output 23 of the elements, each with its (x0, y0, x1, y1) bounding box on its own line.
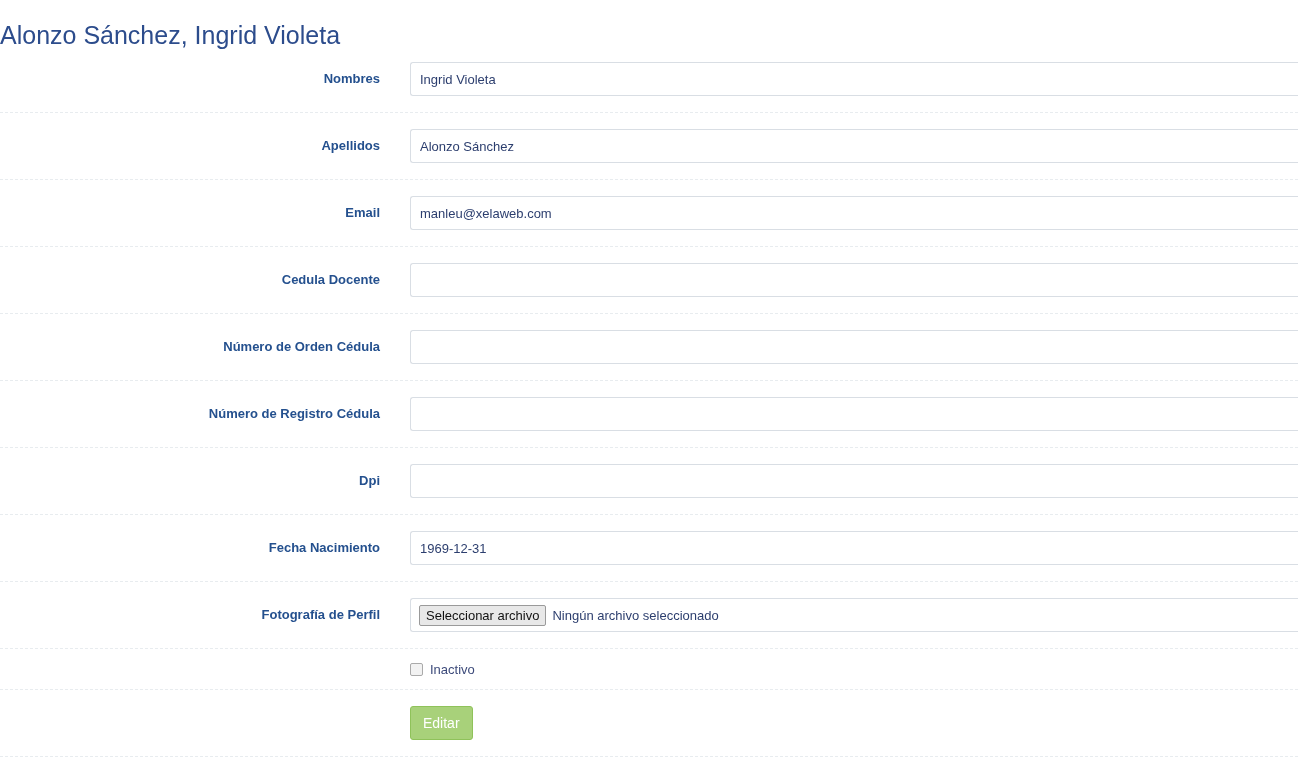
file-status: Ningún archivo seleccionado (552, 607, 719, 623)
choose-file-button[interactable]: Seleccionar archivo (419, 604, 547, 626)
text-field[interactable] (410, 330, 1298, 364)
field-label: Fotografía de Perfil (260, 606, 380, 622)
text-field[interactable]: Ingrid Violeta (410, 62, 1298, 96)
field-label: Dpi (358, 472, 380, 488)
text-field[interactable]: Alonzo Sánchez (410, 129, 1298, 163)
text-field[interactable]: manleu@xelaweb.com (410, 196, 1298, 230)
file-field[interactable]: Seleccionar archivo Ningún archivo seleccionado (410, 598, 1298, 632)
text-field[interactable] (410, 464, 1298, 498)
text-field[interactable] (410, 397, 1298, 431)
checkbox-label: Inactivo (430, 661, 475, 677)
field-label: Cedula Docente (280, 271, 380, 287)
field-label: Apellidos (320, 137, 380, 153)
field-label: Número de Registro Cédula (207, 405, 380, 421)
text-field[interactable] (410, 263, 1298, 297)
checkbox[interactable] (410, 662, 423, 676)
field-label: Fecha Nacimiento (267, 539, 380, 555)
field-label: Email (344, 204, 380, 220)
field-label: Número de Orden Cédula (222, 338, 380, 354)
page-title: Alonzo Sánchez, Ingrid Violeta (0, 20, 342, 51)
text-field[interactable]: 1969-12-31 (410, 531, 1298, 565)
field-label: Nombres (322, 70, 380, 86)
